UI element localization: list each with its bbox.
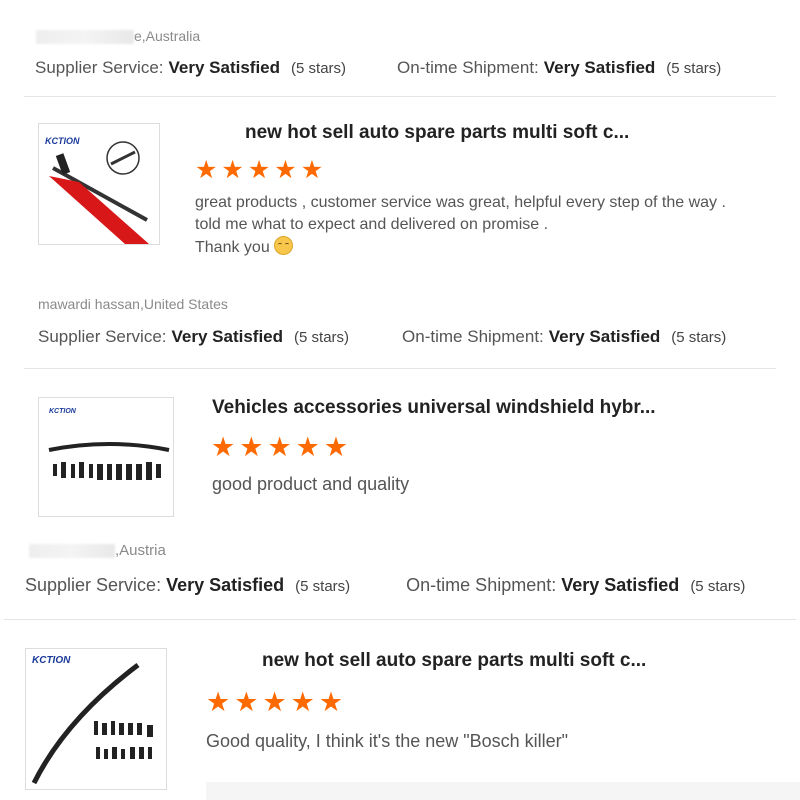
star-icon: ★ bbox=[300, 156, 324, 184]
supplier-service-label: Supplier Service: bbox=[38, 327, 167, 346]
shipment-value: Very Satisfied bbox=[543, 58, 656, 77]
brand-logo: KCTION bbox=[45, 136, 80, 146]
star-icon: ★ bbox=[206, 687, 231, 717]
star-icon: ★ bbox=[221, 156, 244, 184]
supplier-service-label: Supplier Service: bbox=[35, 58, 164, 77]
star-icon: ★ bbox=[262, 687, 287, 717]
star-icon: ★ bbox=[295, 432, 320, 462]
star-icon: ★ bbox=[274, 156, 297, 184]
product-title[interactable]: new hot sell auto spare parts multi soft… bbox=[262, 650, 646, 672]
redacted-name bbox=[36, 30, 134, 45]
review-text: Good quality, I think it's the new "Bosc… bbox=[206, 731, 569, 751]
reply-box-edge bbox=[206, 782, 800, 800]
star-icon: ★ bbox=[247, 156, 271, 184]
star-icon: ★ bbox=[234, 687, 259, 717]
smile-emoji-icon bbox=[273, 236, 293, 255]
product-title[interactable]: new hot sell auto spare parts multi soft… bbox=[245, 122, 629, 144]
supplier-service-stars: (5 stars) bbox=[294, 329, 350, 346]
shipment-value: Very Satisfied bbox=[548, 327, 661, 346]
rating-row: Supplier Service: Very Satisfied (5 star… bbox=[25, 575, 745, 596]
product-thumbnail[interactable]: KCTION bbox=[25, 648, 167, 790]
wiper-blade-image bbox=[31, 663, 153, 785]
shipment-label: On-time Shipment: bbox=[397, 58, 539, 77]
star-icon: ★ bbox=[290, 687, 315, 717]
package-red bbox=[49, 176, 149, 244]
product-thumbnail[interactable]: KCTION bbox=[38, 123, 160, 245]
brand-logo: KCTION bbox=[32, 655, 71, 666]
review-text: great products , customer service was gr… bbox=[195, 194, 726, 256]
star-icon: ★ bbox=[323, 432, 349, 462]
divider bbox=[24, 96, 776, 97]
shipment-stars: (5 stars) bbox=[671, 329, 727, 346]
divider bbox=[24, 368, 776, 369]
redacted-name bbox=[29, 544, 115, 559]
supplier-service-label: Supplier Service: bbox=[25, 575, 162, 595]
star-icon: ★ bbox=[211, 432, 236, 462]
star-rating: ★ ★ ★ ★ ★ bbox=[206, 689, 343, 716]
star-icon: ★ bbox=[267, 432, 292, 462]
supplier-service-stars: (5 stars) bbox=[295, 578, 351, 595]
product-thumbnail[interactable]: KCTION bbox=[38, 397, 174, 517]
brand-logo: KCTION bbox=[49, 408, 76, 415]
star-icon: ★ bbox=[239, 432, 264, 462]
rating-row: Supplier Service: Very Satisfied (5 star… bbox=[38, 327, 726, 347]
product-title[interactable]: Vehicles accessories universal windshiel… bbox=[212, 397, 656, 419]
review-text: good product and quality bbox=[212, 474, 410, 494]
shipment-value: Very Satisfied bbox=[561, 575, 680, 595]
supplier-service-value: Very Satisfied bbox=[166, 575, 285, 595]
supplier-service-stars: (5 stars) bbox=[291, 60, 347, 77]
shipment-stars: (5 stars) bbox=[666, 60, 722, 77]
reviewer-name: e,Australia bbox=[36, 28, 200, 45]
rating-row: Supplier Service: Very Satisfied (5 star… bbox=[35, 58, 721, 78]
star-rating: ★ ★ ★ ★ ★ bbox=[211, 434, 348, 461]
reviewer-name: mawardi hassan,United States bbox=[38, 296, 228, 312]
divider bbox=[4, 619, 796, 620]
supplier-service-value: Very Satisfied bbox=[171, 327, 284, 346]
reviewer-name: ,Austria bbox=[29, 542, 166, 559]
shipment-label: On-time Shipment: bbox=[406, 575, 557, 595]
wiper-blade-image bbox=[48, 442, 170, 480]
shipment-stars: (5 stars) bbox=[690, 578, 746, 595]
star-icon: ★ bbox=[318, 687, 344, 717]
supplier-service-value: Very Satisfied bbox=[168, 58, 281, 77]
shipment-label: On-time Shipment: bbox=[402, 327, 544, 346]
star-icon: ★ bbox=[195, 156, 218, 184]
star-rating: ★ ★ ★ ★ ★ bbox=[195, 158, 323, 183]
